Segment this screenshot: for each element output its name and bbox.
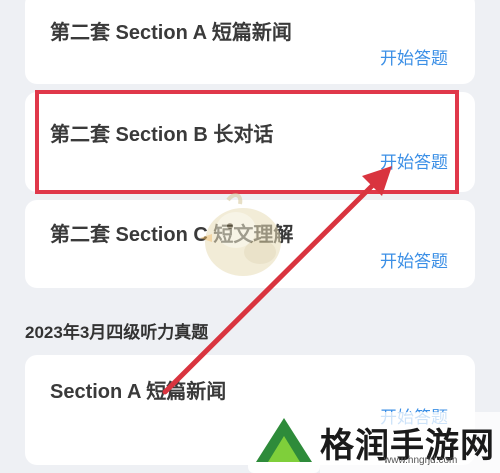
start-answer-button[interactable]: 开始答题 [380,247,448,272]
section-title: 第二套 Section A 短篇新闻 [50,22,292,44]
section-title: Section A 短篇新闻 [50,381,227,403]
watermark-url: www.hngrjd.com [384,455,458,466]
start-answer-button[interactable]: 开始答题 [380,44,448,69]
highlight-box [35,90,459,194]
mascot-sticker-icon [200,193,281,276]
section-card: 第二套 Section A 短篇新闻 开始答题 [25,0,475,84]
group-title: 2023年3月四级听力真题 [25,323,209,342]
